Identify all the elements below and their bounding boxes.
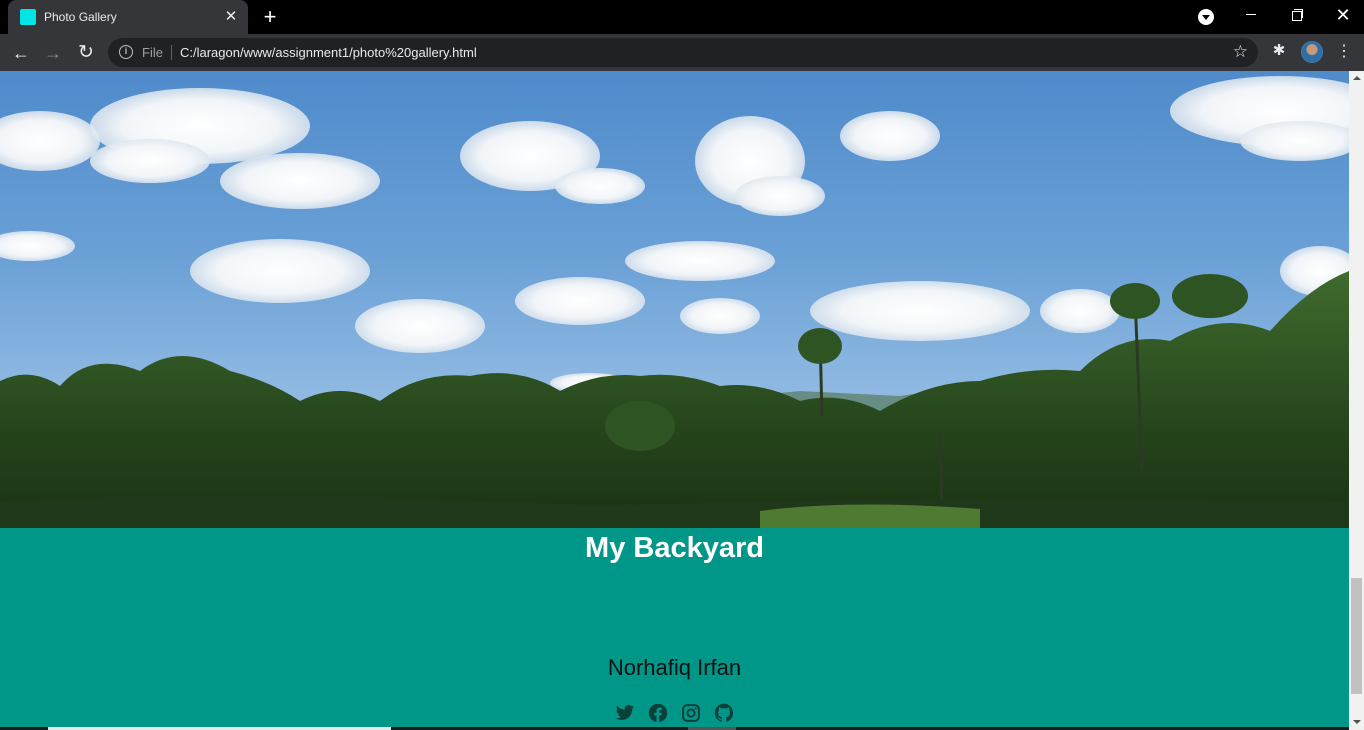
scroll-down-arrow-icon[interactable] bbox=[1349, 715, 1364, 730]
backyard-photo-illustration bbox=[0, 76, 1349, 528]
facebook-icon[interactable] bbox=[648, 703, 668, 723]
twitter-icon[interactable] bbox=[615, 703, 635, 723]
profile-avatar[interactable] bbox=[1301, 41, 1323, 63]
forward-arrow-icon[interactable]: → bbox=[40, 40, 66, 66]
new-tab-button[interactable]: + bbox=[258, 5, 282, 29]
url-text[interactable]: C:/laragon/www/assignment1/photo%20galle… bbox=[180, 45, 477, 60]
back-arrow-icon[interactable]: ← bbox=[8, 40, 34, 66]
photo-caption: My Backyard bbox=[585, 532, 764, 564]
github-icon[interactable] bbox=[714, 703, 734, 723]
omnibox-divider bbox=[171, 45, 172, 60]
page-scrollbar[interactable] bbox=[1349, 71, 1364, 730]
social-links bbox=[0, 703, 1349, 723]
browser-toolbar: ← → ↻ i File C:/laragon/www/assignment1/… bbox=[0, 34, 1364, 71]
caption-band: My Backyard Norhafiq Irfan bbox=[0, 528, 1349, 730]
site-info-icon[interactable]: i bbox=[119, 45, 133, 59]
backyard-photo bbox=[0, 71, 1349, 528]
browser-menu-icon[interactable]: ⋮ bbox=[1334, 41, 1354, 63]
browser-tab[interactable]: Photo Gallery ✕ bbox=[8, 0, 248, 34]
browser-titlebar: Photo Gallery ✕ + ✕ bbox=[0, 0, 1364, 34]
tab-close-icon[interactable]: ✕ bbox=[222, 8, 240, 26]
window-minimize-button[interactable] bbox=[1228, 0, 1274, 30]
author-name: Norhafiq Irfan bbox=[607, 655, 742, 680]
scrollbar-thumb[interactable] bbox=[1351, 578, 1362, 694]
tab-title: Photo Gallery bbox=[44, 10, 117, 24]
window-close-button[interactable]: ✕ bbox=[1320, 0, 1364, 30]
extensions-puzzle-icon[interactable]: ✱ bbox=[1270, 42, 1288, 60]
instagram-icon[interactable] bbox=[681, 703, 701, 723]
page-viewport: My Backyard Norhafiq Irfan bbox=[0, 71, 1349, 730]
tab-favicon-icon bbox=[20, 9, 36, 25]
address-bar[interactable]: i File C:/laragon/www/assignment1/photo%… bbox=[108, 38, 1258, 67]
reload-icon[interactable]: ↻ bbox=[73, 40, 99, 66]
scroll-up-arrow-icon[interactable] bbox=[1349, 71, 1364, 86]
tab-search-dropdown-icon[interactable] bbox=[1198, 9, 1214, 25]
window-restore-button[interactable] bbox=[1274, 0, 1320, 30]
bookmark-star-icon[interactable]: ☆ bbox=[1233, 42, 1248, 62]
url-scheme-label: File bbox=[142, 45, 163, 60]
